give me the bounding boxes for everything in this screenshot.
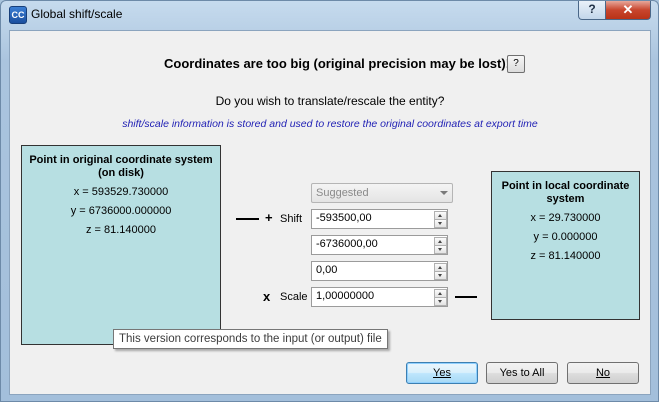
scale-input[interactable]: 1,00000000 [311,287,448,307]
close-icon[interactable]: ✕ [605,1,651,20]
local-y: y = 0.000000 [533,231,598,243]
local-point-panel: Point in local coordinate system x = 29.… [491,171,640,320]
right-connector-line [455,296,477,298]
scale-label: Scale [280,291,308,303]
local-point-title: Point in local coordinate system [501,180,630,205]
shift-z-input[interactable]: 0,00 [311,261,448,281]
help-icon[interactable]: ? [578,1,606,20]
dialog-body: Coordinates are too big (original precis… [9,30,651,395]
yes-button-label: Yes [433,367,451,379]
shift-y-spinner[interactable] [434,237,447,254]
tooltip: This version corresponds to the input (o… [113,329,388,349]
info-text: shift/scale information is stored and us… [122,118,538,130]
shift-x-value: -593500,00 [316,212,372,224]
scale-value: 1,00000000 [316,290,375,302]
left-connector-line [236,218,259,220]
spin-down-icon[interactable] [434,297,447,306]
scale-spinner[interactable] [434,289,447,306]
shift-x-input[interactable]: -593500,00 [311,209,448,229]
original-point-title: Point in original coordinate system (on … [29,154,213,179]
chevron-down-icon[interactable] [440,191,448,195]
app-icon: CC [9,6,27,24]
yes-button[interactable]: Yes [406,362,478,384]
heading-help-button[interactable]: ? [507,55,525,73]
shift-z-spinner[interactable] [434,263,447,280]
dialog-window: CC Global shift/scale ? ✕ Coordinates ar… [0,0,659,402]
plus-icon: + [265,210,273,225]
original-z: z = 81.140000 [85,224,157,236]
shift-y-input[interactable]: -6736000,00 [311,235,448,255]
original-y: y = 6736000.000000 [70,205,172,217]
window-title: Global shift/scale [31,7,123,21]
warning-heading: Coordinates are too big (original precis… [164,56,510,71]
spin-down-icon[interactable] [434,271,447,280]
yes-to-all-button[interactable]: Yes to All [486,362,558,384]
spin-down-icon[interactable] [434,245,447,254]
no-button-label: No [595,367,611,379]
original-point-panel: Point in original coordinate system (on … [21,145,221,345]
shift-x-spinner[interactable] [434,211,447,228]
local-x: x = 29.730000 [530,212,601,224]
multiply-icon: x [263,289,271,304]
no-button[interactable]: No [567,362,639,384]
yes-to-all-button-label: Yes to All [499,367,545,379]
local-z: z = 81.140000 [530,250,601,262]
spin-down-icon[interactable] [434,219,447,228]
question-text: Do you wish to translate/rescale the ent… [215,94,445,108]
shift-label: Shift [280,213,303,225]
shift-y-value: -6736000,00 [316,238,378,250]
shift-z-value: 0,00 [316,264,338,276]
preset-select[interactable]: Suggested [311,183,453,203]
title-bar[interactable]: CC Global shift/scale ? ✕ [1,1,658,29]
preset-select-value: Suggested [316,187,369,199]
original-x: x = 593529.730000 [73,186,169,198]
